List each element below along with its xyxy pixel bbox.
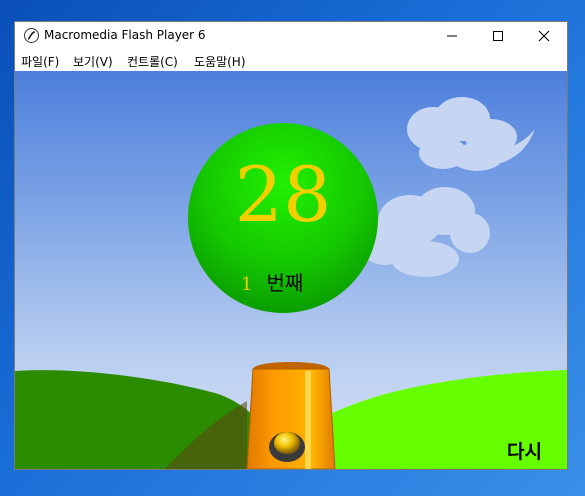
window-title: Macromedia Flash Player 6 [44, 28, 206, 42]
maximize-button[interactable] [475, 22, 521, 50]
menu-file[interactable]: 파일(F) [21, 53, 59, 70]
minimize-button[interactable] [429, 22, 475, 50]
menu-bar: 파일(F) 보기(V) 컨트롤(C) 도움말(H) [15, 50, 567, 71]
menu-control[interactable]: 컨트롤(C) [127, 53, 178, 70]
minimize-icon [447, 35, 457, 37]
fire-button-icon [269, 432, 305, 462]
close-icon [538, 30, 550, 42]
flash-player-icon [24, 28, 39, 43]
title-bar[interactable]: Macromedia Flash Player 6 [15, 22, 567, 50]
ball-number: 28 [234, 150, 332, 239]
again-button[interactable]: 다시 [507, 437, 542, 464]
close-button[interactable] [521, 22, 567, 50]
flash-stage[interactable]: 28 1 번째 다시 [15, 71, 567, 469]
cloud-upper [407, 97, 535, 171]
attempt-label: 번째 [266, 271, 304, 295]
attempt-counter: 1 번째 [241, 267, 303, 296]
maximize-icon [493, 31, 503, 41]
menu-view[interactable]: 보기(V) [73, 53, 113, 70]
attempt-count: 1 [241, 274, 253, 295]
flash-player-window: Macromedia Flash Player 6 파일(F) 보기(V) 컨트… [14, 21, 568, 470]
menu-help[interactable]: 도움말(H) [194, 53, 246, 70]
